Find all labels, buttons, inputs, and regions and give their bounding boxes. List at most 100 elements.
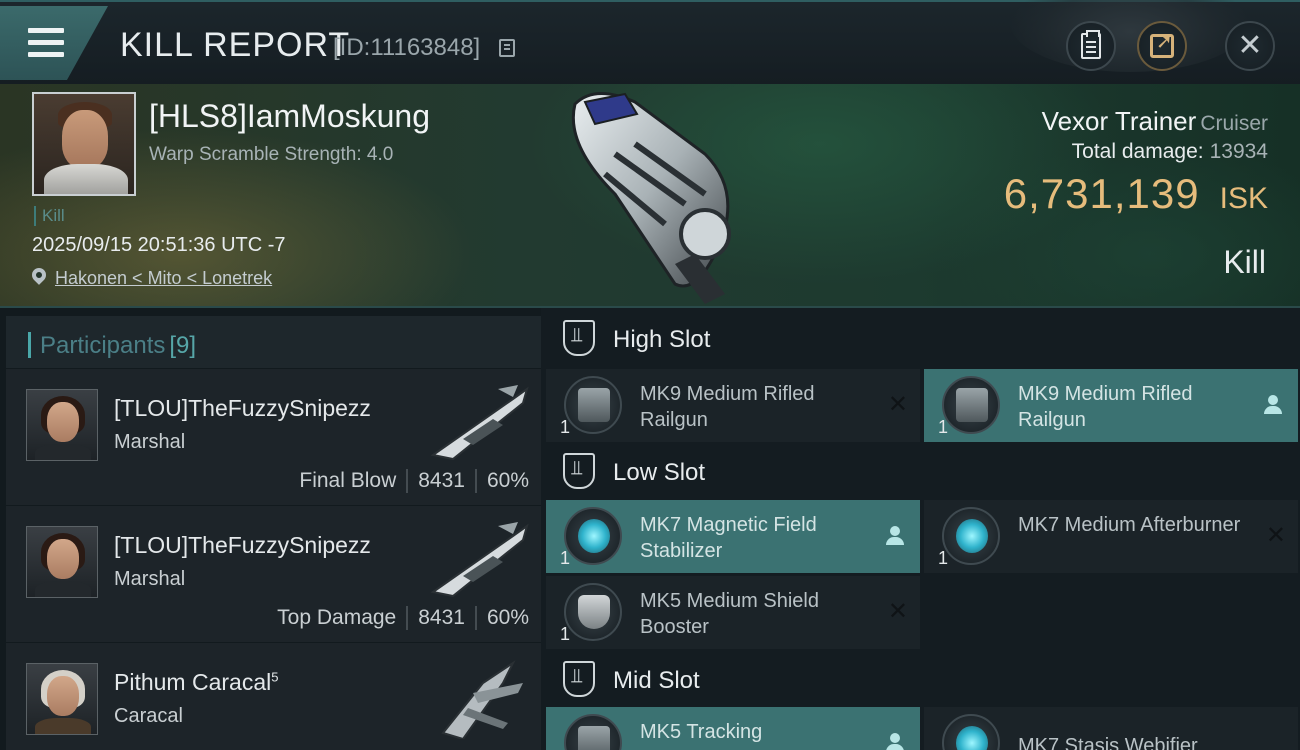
location-pin-icon: [29, 265, 49, 285]
participant-role: Final Blow: [299, 469, 397, 492]
destroyed-x-icon: ✕: [887, 598, 908, 625]
isk-line: 6,731,139 ISK: [1004, 170, 1268, 218]
ship-name-line: Vexor Trainer Cruiser: [1042, 106, 1268, 137]
participant-ship: Marshal: [114, 431, 186, 453]
avatar-body: [35, 444, 91, 460]
warp-scramble-strength: Warp Scramble Strength: 4.0: [149, 144, 394, 165]
participant-avatar[interactable]: [26, 526, 98, 598]
portrait-face: [62, 110, 108, 168]
location-link[interactable]: Hakonen < Mito < Lonetrek: [55, 268, 272, 289]
kill-tag: Kill: [34, 206, 65, 226]
module-glyph: [956, 519, 988, 553]
participant-ship-image: [430, 385, 529, 461]
page-title: KILL REPORT: [120, 26, 351, 64]
module-item[interactable]: 1 MK7 Magnetic Field Stabilizer: [546, 500, 920, 573]
tracking-computer-icon: [564, 714, 622, 750]
module-name: MK7 Medium Afterburner: [1018, 514, 1241, 536]
participant-name[interactable]: [TLOU]TheFuzzySnipezz: [114, 395, 371, 422]
module-item[interactable]: MK7 Stasis Webifier: [924, 707, 1298, 750]
participant-percent: 60%: [486, 606, 529, 629]
afterburner-icon: [942, 507, 1000, 565]
participant-avatar[interactable]: [26, 389, 98, 461]
participant-stats: Top Damage 8431 60%: [277, 606, 529, 631]
module-item[interactable]: 1 MK9 Medium Rifled Railgun ✕: [546, 369, 920, 442]
victim-ship-render: [571, 92, 731, 304]
participant-percent: 60%: [486, 469, 529, 492]
kill-timestamp: 2025/09/15 20:51:36 UTC -7: [32, 234, 286, 256]
participant-stats: Final Blow 8431 60%: [299, 469, 529, 494]
module-item[interactable]: MK5 Tracking: [546, 707, 920, 750]
clipboard-button[interactable]: [1066, 21, 1116, 71]
menu-icon: [28, 28, 64, 33]
victim-name[interactable]: [HLS8]IamMoskung: [149, 98, 430, 135]
module-name: MK5 Tracking: [640, 721, 763, 743]
share-button[interactable]: [1137, 21, 1187, 71]
module-item[interactable]: 1 MK7 Medium Afterburner ✕: [924, 500, 1298, 573]
total-damage-label: Total damage:: [1071, 140, 1204, 163]
victim-portrait[interactable]: [32, 92, 136, 196]
isk-value: 6,731,139: [1003, 170, 1200, 217]
participant-ship: Caracal: [114, 705, 183, 727]
module-name: MK9 Medium Rifled Railgun: [640, 383, 815, 431]
header-bar: KILL REPORT [ID:11163848] ✕: [0, 0, 1300, 84]
fitting-panel: High Slot 1 MK9 Medium Rifled Railgun ✕ …: [541, 308, 1300, 750]
slot-shield-icon: [563, 453, 595, 489]
participant-ship: Marshal: [114, 568, 186, 590]
participant-avatar[interactable]: [26, 663, 98, 735]
avatar-body: [35, 718, 91, 734]
avatar-face: [47, 402, 79, 442]
slot-shield-icon: [563, 661, 595, 697]
participant-role: Top Damage: [277, 606, 397, 629]
module-name: MK9 Medium Rifled Railgun: [1018, 383, 1193, 431]
railgun-icon: [942, 376, 1000, 434]
module-glyph: [578, 519, 610, 553]
ship-class: Cruiser: [1200, 112, 1268, 135]
railgun-icon: [564, 376, 622, 434]
stat-separator: [474, 606, 477, 631]
avatar-face: [47, 676, 79, 716]
module-name: MK7 Stasis Webifier: [1018, 735, 1198, 750]
planet-decoration: [1010, 0, 1250, 72]
participant-name-text: Pithum Caracal: [114, 669, 272, 695]
module-quantity: 1: [560, 417, 571, 437]
module-name: MK7 Magnetic Field Stabilizer: [640, 514, 817, 562]
participant-ship-image: [430, 522, 529, 598]
module-item[interactable]: 1 MK5 Medium Shield Booster ✕: [546, 576, 920, 649]
module-name: MK5 Medium Shield Booster: [640, 590, 819, 638]
participants-count: [9]: [169, 332, 197, 359]
participant-damage: 8431: [418, 469, 465, 492]
low-slot-title: Low Slot: [613, 459, 706, 486]
menu-button[interactable]: [0, 6, 108, 80]
module-glyph: [956, 726, 988, 750]
participant-card[interactable]: [TLOU]TheFuzzySnipezz Marshal Final Blow…: [6, 369, 541, 505]
module-glyph: [578, 595, 610, 629]
participant-damage: 8431: [418, 606, 465, 629]
module-quantity: 1: [560, 548, 571, 568]
isk-unit: ISK: [1219, 182, 1268, 215]
close-icon: ✕: [1237, 29, 1263, 62]
pilot-icon: [886, 733, 904, 750]
ship-name[interactable]: Vexor Trainer: [1042, 106, 1197, 136]
destroyed-x-icon: ✕: [1265, 522, 1286, 549]
clipboard-icon: [1081, 30, 1101, 59]
participant-name[interactable]: [TLOU]TheFuzzySnipezz: [114, 532, 371, 559]
participant-card[interactable]: Pithum Caracal5 Caracal: [6, 643, 541, 750]
copy-icon[interactable]: [499, 39, 515, 57]
slot-shield-icon: [563, 320, 595, 356]
report-id: [ID:11163848]: [333, 34, 481, 61]
pilot-icon: [1264, 395, 1282, 415]
module-quantity: 1: [560, 624, 571, 644]
participant-name-sup: 5: [271, 669, 279, 685]
participant-card[interactable]: [TLOU]TheFuzzySnipezz Marshal Top Damage…: [6, 506, 541, 642]
close-button[interactable]: ✕: [1225, 21, 1275, 71]
stat-separator: [474, 469, 477, 494]
low-slot-header: Low Slot: [541, 441, 1300, 501]
module-quantity: 1: [938, 548, 949, 568]
kill-result: Kill: [1223, 244, 1266, 280]
module-item[interactable]: 1 MK9 Medium Rifled Railgun: [924, 369, 1298, 442]
participant-name[interactable]: Pithum Caracal5: [114, 669, 278, 696]
portrait-body: [44, 164, 128, 194]
pilot-icon: [886, 526, 904, 546]
stasis-webifier-icon: [942, 714, 1000, 750]
victim-banner: [HLS8]IamMoskung Warp Scramble Strength:…: [0, 84, 1300, 308]
